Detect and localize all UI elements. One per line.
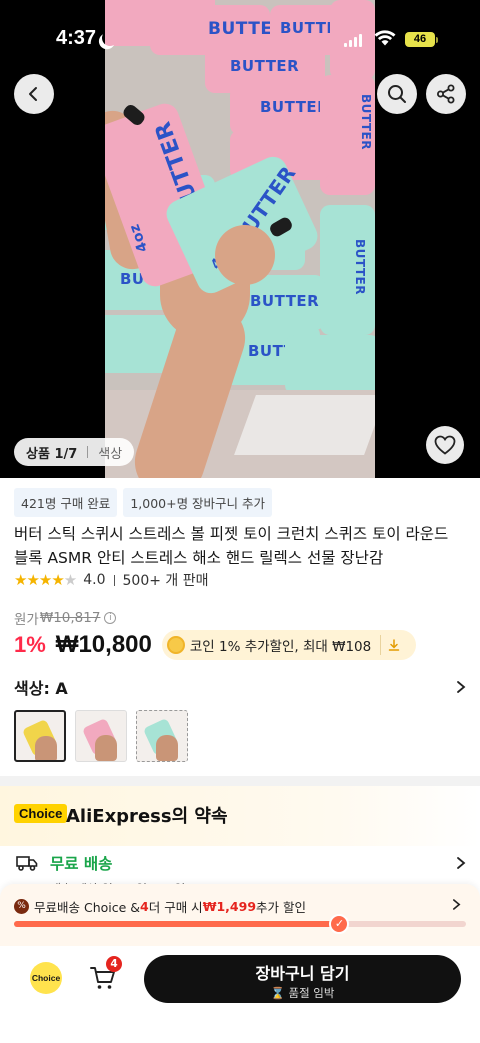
purchased-count-tag: 421명 구매 완료 bbox=[14, 488, 118, 517]
choice-badge: Choice bbox=[14, 804, 68, 823]
original-price-label: 원가 bbox=[14, 612, 39, 628]
search-button[interactable] bbox=[377, 74, 417, 114]
bundle-progress-bar: ✓ bbox=[14, 914, 466, 934]
battery-indicator: 46 bbox=[405, 32, 435, 47]
free-shipping-row[interactable]: 무료 배송 bbox=[16, 852, 466, 874]
download-coupon-icon[interactable] bbox=[380, 635, 406, 655]
bottom-action-bar: Choice 4 장바구니 담기 ⌛ 품절 임박 bbox=[0, 946, 480, 1043]
price-row: 1% ₩10,800 코인 1% 추가할인, 최대 ₩108 bbox=[14, 630, 417, 660]
cart-added-count-tag: 1,000+명 장바구니 추가 bbox=[123, 488, 273, 517]
add-to-cart-button[interactable]: 장바구니 담기 ⌛ 품절 임박 bbox=[144, 955, 461, 1003]
cellular-signal-icon bbox=[344, 34, 364, 47]
choice-bundle-text: % 무료배송 Choice & 4 더 구매 시 ₩1,499 추가 할인 bbox=[14, 897, 306, 916]
status-bar: 4:37 46 bbox=[0, 0, 480, 80]
status-time: 4:37 bbox=[56, 27, 97, 49]
search-icon bbox=[388, 85, 406, 103]
chevron-left-icon bbox=[29, 87, 37, 101]
choice-bundle-banner[interactable]: % 무료배송 Choice & 4 더 구매 시 ₩1,499 추가 할인 ✓ bbox=[0, 884, 480, 946]
gallery-counter-color[interactable]: 색상 bbox=[98, 443, 122, 462]
original-price-value: ₩10,817 bbox=[39, 610, 101, 626]
heart-icon bbox=[434, 435, 456, 455]
free-shipping-label: 무료 배송 bbox=[50, 855, 113, 873]
color-option-b[interactable] bbox=[75, 710, 127, 762]
share-icon bbox=[437, 84, 455, 104]
section-divider bbox=[0, 776, 480, 786]
current-price: ₩10,800 bbox=[55, 631, 152, 658]
color-option-a[interactable] bbox=[14, 710, 66, 762]
social-proof-tags: 421명 구매 완료 1,000+명 장바구니 추가 bbox=[14, 488, 273, 517]
wishlist-button[interactable] bbox=[426, 426, 464, 464]
choice-store-button[interactable]: Choice bbox=[30, 962, 62, 994]
color-swatches bbox=[14, 710, 188, 762]
coin-discount-text: 코인 1% 추가할인, 최대 ₩108 bbox=[189, 639, 372, 655]
check-icon: ✓ bbox=[329, 914, 350, 934]
chevron-right-icon bbox=[457, 681, 466, 693]
color-option-c[interactable] bbox=[136, 710, 188, 762]
info-icon[interactable]: i bbox=[104, 612, 117, 624]
sold-count: 500+ 개 판매 bbox=[122, 573, 209, 589]
rating-value: 4.0 bbox=[83, 572, 106, 588]
coin-icon bbox=[166, 636, 185, 654]
percent-icon: % bbox=[14, 899, 29, 914]
selected-color-label: 색상: A bbox=[14, 679, 68, 698]
truck-icon bbox=[16, 856, 38, 871]
aliexpress-promise-header: Choice AliExpress의 약속 bbox=[0, 786, 480, 846]
cart-count-badge: 4 bbox=[106, 956, 122, 972]
back-button[interactable] bbox=[14, 74, 54, 114]
chevron-right-icon bbox=[452, 899, 461, 910]
add-to-cart-label: 장바구니 담기 bbox=[255, 964, 350, 983]
product-title: 버터 스틱 스퀴시 스트레스 볼 피젯 토이 크런치 스퀴즈 토이 라운드 블록… bbox=[14, 525, 449, 567]
wifi-icon bbox=[374, 30, 396, 46]
focus-moon-icon bbox=[100, 28, 121, 49]
discount-percent: 1% bbox=[14, 632, 46, 657]
chevron-right-icon bbox=[457, 857, 466, 869]
coin-discount-badge[interactable]: 코인 1% 추가할인, 최대 ₩108 bbox=[161, 630, 417, 660]
share-button[interactable] bbox=[426, 74, 466, 114]
product-gallery[interactable]: BUTTER BUTTER BUTTER BUTTER BUTTER BUTTE… bbox=[0, 0, 480, 478]
stock-note: ⌛ 품절 임박 bbox=[270, 986, 335, 1000]
promise-title: AliExpress의 약속 bbox=[66, 806, 228, 827]
gallery-counter-current: 상품 1/7 bbox=[26, 446, 78, 462]
rating-stars-icon: ★★★★★ bbox=[14, 571, 77, 589]
color-selector-row[interactable]: 색상: A bbox=[14, 675, 466, 699]
original-price: 원가 ₩10,817 i bbox=[14, 608, 117, 628]
rating-row[interactable]: ★★★★★ 4.0 500+ 개 판매 bbox=[14, 570, 209, 590]
gallery-counter[interactable]: 상품 1/7 색상 bbox=[14, 438, 135, 466]
